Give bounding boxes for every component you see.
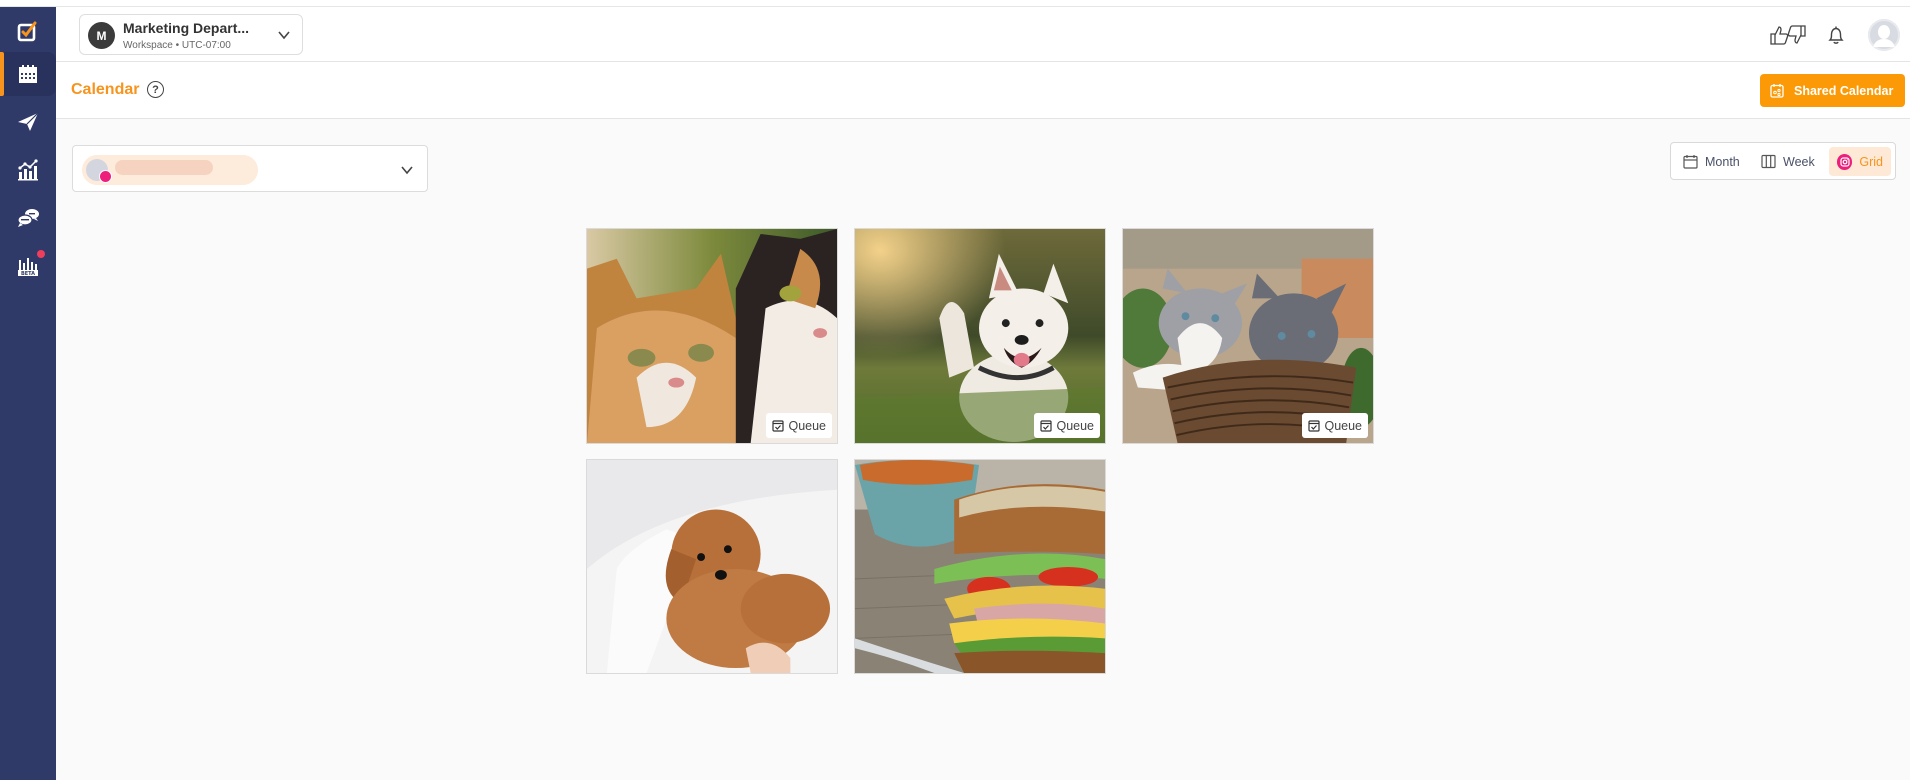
sidebar-item-publish[interactable] [0, 100, 56, 144]
help-icon[interactable]: ? [147, 81, 164, 98]
queue-label: Queue [1056, 418, 1094, 433]
view-month-label: Month [1705, 154, 1740, 169]
post-image-puppy [587, 460, 837, 673]
sidebar-item-analytics[interactable] [0, 148, 56, 192]
grid-post[interactable] [586, 459, 838, 674]
beta-chart-icon: BETA [18, 258, 38, 277]
account-name-redacted [115, 160, 213, 175]
notifications-button[interactable] [1816, 17, 1856, 53]
instagram-badge-icon [99, 170, 112, 183]
svg-text:BETA: BETA [21, 271, 35, 277]
sidebar-item-engage[interactable] [0, 196, 56, 240]
workspace-selector[interactable]: M Marketing Depart... Workspace • UTC-07… [79, 14, 303, 55]
header-actions [1768, 15, 1900, 55]
calendar-icon [19, 65, 37, 83]
sidebar: BETA [0, 7, 56, 780]
top-strip [0, 0, 1910, 7]
bell-icon [1828, 26, 1844, 44]
user-silhouette-icon [1868, 19, 1900, 51]
chat-bubbles-icon [17, 209, 39, 227]
post-image-cats [587, 229, 837, 443]
notification-dot [37, 250, 45, 258]
queue-label: Queue [1324, 418, 1362, 433]
grid-post[interactable]: Queue [586, 228, 838, 444]
grid-post[interactable] [854, 459, 1106, 674]
workspace-avatar: M [88, 22, 115, 49]
view-week-label: Week [1783, 154, 1815, 169]
view-grid[interactable]: Grid [1829, 147, 1891, 176]
page-title-bar: Calendar ? Shared Calendar [56, 62, 1910, 119]
view-month[interactable]: Month [1675, 147, 1748, 176]
grid-post[interactable]: Queue [1122, 228, 1374, 444]
calendar-check-icon [1308, 420, 1321, 432]
post-image-dog [855, 229, 1105, 443]
post-image-sandwich [855, 460, 1105, 673]
selected-account-chip [82, 155, 258, 185]
page-title: Calendar [71, 81, 140, 98]
columns-icon [1761, 154, 1776, 169]
top-header: M Marketing Depart... Workspace • UTC-07… [56, 7, 1910, 62]
user-avatar[interactable] [1868, 19, 1900, 51]
chevron-down-icon [401, 166, 413, 175]
sidebar-item-reports-beta[interactable]: BETA [0, 244, 56, 288]
bar-chart-icon [18, 159, 38, 181]
paper-plane-icon [18, 112, 39, 131]
post-image-kittens [1123, 229, 1373, 443]
account-selector[interactable] [72, 145, 428, 192]
shared-calendar-label: Shared Calendar [1794, 83, 1894, 98]
view-switcher: Month Week Grid [1670, 142, 1896, 180]
chevron-down-icon [278, 31, 290, 40]
workspace-subtitle: Workspace • UTC-07:00 [123, 40, 231, 51]
shared-calendar-icon [1770, 84, 1784, 98]
queue-badge: Queue [1034, 413, 1100, 438]
view-week[interactable]: Week [1753, 147, 1823, 176]
queue-badge: Queue [766, 413, 832, 438]
shared-calendar-button[interactable]: Shared Calendar [1760, 74, 1905, 107]
thumbs-up-down-icon [1770, 25, 1806, 45]
view-grid-label: Grid [1859, 154, 1883, 169]
workspace-name: Marketing Depart... [123, 20, 250, 36]
sidebar-item-calendar[interactable] [0, 52, 56, 96]
grid-post[interactable]: Queue [854, 228, 1106, 444]
checkbox-pencil-icon [17, 21, 37, 42]
calendar-month-icon [1683, 155, 1698, 169]
queue-label: Queue [788, 418, 826, 433]
instagram-icon [1837, 153, 1853, 170]
queue-badge: Queue [1302, 413, 1368, 438]
sidebar-item-compose[interactable] [0, 9, 56, 53]
calendar-check-icon [1040, 420, 1053, 432]
calendar-check-icon [772, 420, 785, 432]
feedback-button[interactable] [1768, 17, 1808, 53]
